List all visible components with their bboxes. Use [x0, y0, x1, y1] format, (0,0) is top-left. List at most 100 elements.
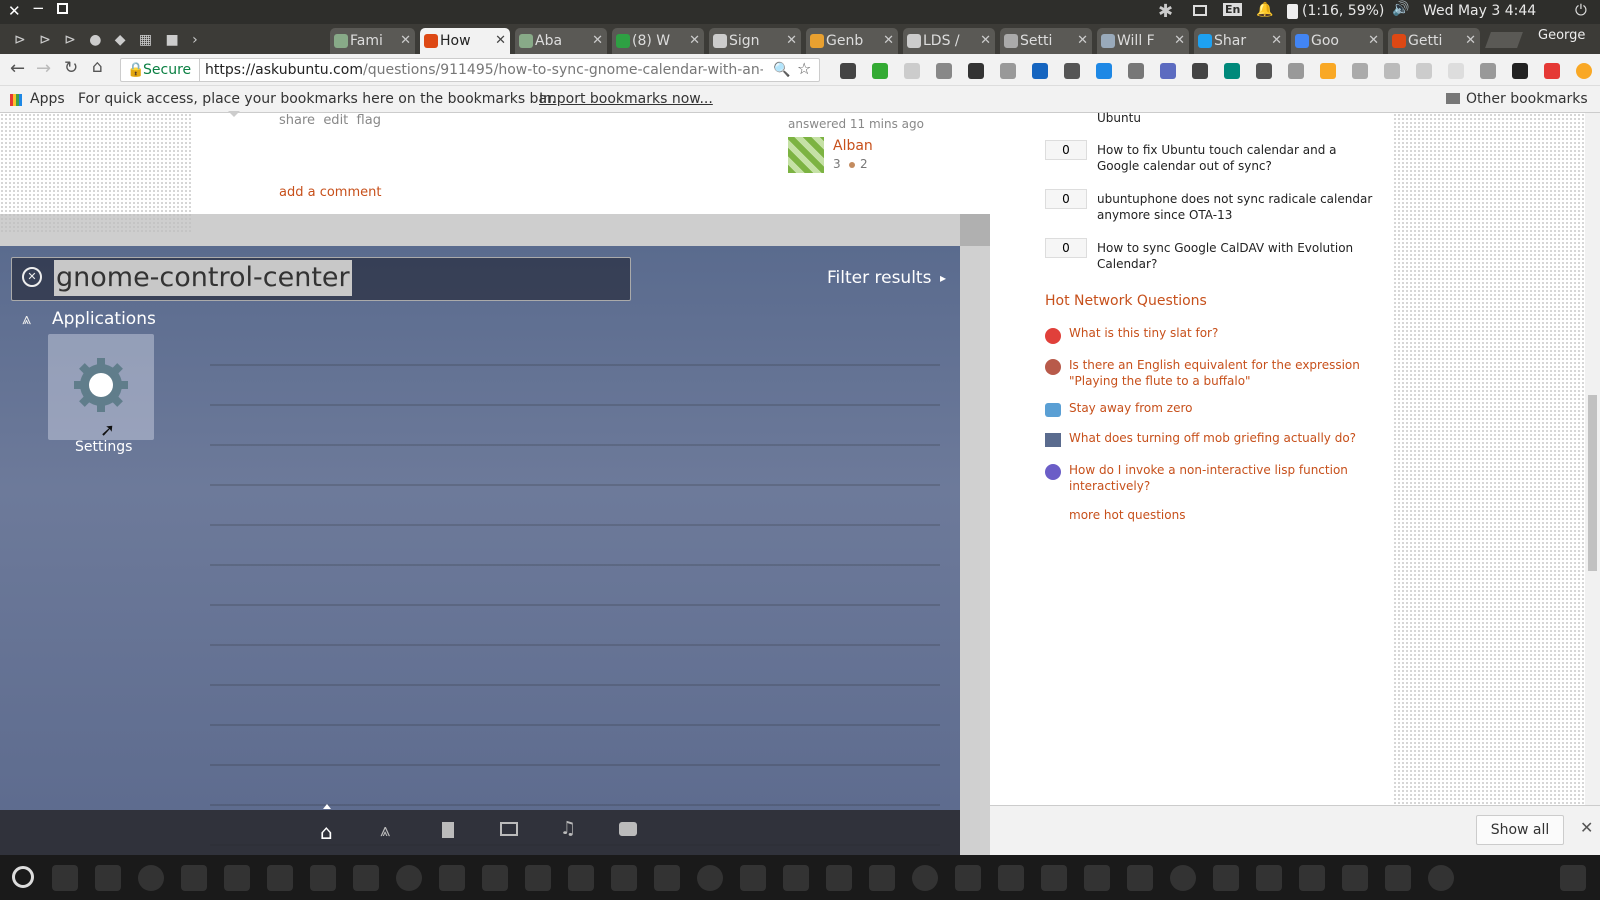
related-question[interactable]: ubuntuphone does not sync radicale calen… [1097, 191, 1377, 223]
trash-icon[interactable] [1560, 865, 1586, 891]
scrollbar-thumb[interactable] [1588, 395, 1597, 571]
music-lens-icon[interactable]: ♫ [560, 818, 576, 839]
launcher-app-icon[interactable] [439, 865, 465, 891]
address-bar[interactable]: 🔒 Secure https://askubuntu.com /question… [120, 58, 820, 82]
page-scrollbar[interactable] [1585, 113, 1600, 855]
keyboard-indicator[interactable]: En [1223, 3, 1243, 16]
tab-1[interactable]: Fami ✕ [330, 28, 415, 54]
clock[interactable]: Wed May 3 4:44 [1423, 3, 1536, 19]
edit-link[interactable]: edit [323, 113, 348, 128]
launcher-app-icon[interactable] [482, 865, 508, 891]
extension-icon[interactable] [968, 63, 984, 79]
tab-12[interactable]: Getti ✕ [1388, 28, 1480, 54]
extension-icon[interactable] [1224, 63, 1240, 79]
apps-link[interactable]: Apps [30, 86, 65, 112]
tab-close-icon[interactable]: ✕ [400, 28, 411, 54]
show-all-button[interactable]: Show all [1476, 815, 1564, 845]
launcher-app-icon[interactable] [353, 865, 379, 891]
tab-11[interactable]: Goo ✕ [1291, 28, 1383, 54]
launcher-app-icon[interactable] [95, 865, 121, 891]
launcher-app-icon[interactable] [1170, 865, 1196, 891]
launcher-app-icon[interactable] [52, 865, 78, 891]
extension-icon[interactable] [1480, 63, 1496, 79]
user-name-link[interactable]: Alban [833, 138, 873, 154]
apps-grid-icon[interactable] [10, 94, 22, 106]
extension-icon[interactable] [904, 63, 920, 79]
power-icon[interactable]: ⏻ [1575, 1, 1587, 19]
launcher-app-icon[interactable] [912, 865, 938, 891]
tab-close-icon[interactable]: ✕ [495, 28, 506, 54]
launcher-app-icon[interactable] [740, 865, 766, 891]
tab-6[interactable]: Genb ✕ [806, 28, 898, 54]
extension-icon[interactable] [1096, 63, 1112, 79]
launcher-app-icon[interactable] [310, 865, 336, 891]
related-question[interactable]: Ubuntu [1097, 111, 1141, 125]
launcher-app-icon[interactable] [611, 865, 637, 891]
launcher-app-icon[interactable] [1256, 865, 1282, 891]
tab-10[interactable]: Shar ✕ [1194, 28, 1286, 54]
related-question[interactable]: How to sync Google CalDAV with Evolution… [1097, 240, 1367, 272]
launcher-app-icon[interactable] [396, 865, 422, 891]
launcher-app-icon[interactable] [1213, 865, 1239, 891]
extension-icon[interactable] [936, 63, 952, 79]
hnq-link[interactable]: How do I invoke a non-interactive lisp f… [1069, 462, 1359, 494]
ubuntu-logo-icon[interactable] [12, 866, 34, 888]
extension-icon[interactable] [1160, 63, 1176, 79]
extension-icon[interactable] [1192, 63, 1208, 79]
dash-search-box[interactable]: ✕ gnome-control-center [11, 257, 631, 301]
hnq-link[interactable]: What is this tiny slat for? [1069, 326, 1369, 340]
launcher-app-icon[interactable] [1428, 865, 1454, 891]
launcher-app-icon[interactable] [654, 865, 680, 891]
video-lens-icon[interactable] [500, 822, 518, 836]
hnq-link[interactable]: Stay away from zero [1069, 401, 1369, 415]
new-tab-button[interactable] [1485, 32, 1523, 48]
extension-icon[interactable] [1352, 63, 1368, 79]
extension-icon[interactable] [1416, 63, 1432, 79]
tab-5[interactable]: Sign ✕ [709, 28, 801, 54]
volume-icon[interactable]: 🔊 [1392, 1, 1409, 17]
notification-bell-icon[interactable]: 🔔 [1256, 2, 1273, 18]
extension-icon[interactable] [1448, 63, 1464, 79]
tab-8[interactable]: Setti ✕ [1000, 28, 1092, 54]
extension-icon[interactable] [1128, 63, 1144, 79]
hnq-link[interactable]: What does turning off mob griefing actua… [1069, 431, 1369, 445]
launcher-app-icon[interactable] [697, 865, 723, 891]
home-icon[interactable]: ⌂ [92, 57, 103, 77]
photos-lens-icon[interactable] [619, 822, 637, 836]
tab-2-active[interactable]: How ✕ [420, 28, 510, 54]
launcher-app-icon[interactable] [1127, 865, 1153, 891]
launcher-app-icon[interactable] [955, 865, 981, 891]
launcher-app-icon[interactable] [1342, 865, 1368, 891]
puzzle-indicator-icon[interactable]: ✱ [1158, 1, 1173, 22]
extension-icon[interactable] [1512, 63, 1528, 79]
add-comment-link[interactable]: add a comment [279, 185, 381, 200]
extension-icon[interactable] [1544, 63, 1560, 79]
settings-app-label[interactable]: Settings [75, 439, 132, 455]
home-lens-icon[interactable]: ⌂ [320, 820, 333, 844]
tab-close-icon[interactable]: ✕ [1368, 28, 1379, 54]
zoom-icon[interactable]: 🔍 [773, 59, 790, 81]
files-lens-icon[interactable] [442, 822, 454, 838]
extension-icon[interactable] [1384, 63, 1400, 79]
profile-name[interactable]: George [1538, 28, 1585, 43]
launcher-app-icon[interactable] [138, 865, 164, 891]
related-question[interactable]: How to fix Ubuntu touch calendar and a G… [1097, 142, 1367, 174]
launcher-app-icon[interactable] [1299, 865, 1325, 891]
tab-close-icon[interactable]: ✕ [883, 28, 894, 54]
user-avatar[interactable] [788, 137, 824, 173]
launcher-app-icon[interactable] [1041, 865, 1067, 891]
extension-icon[interactable] [1032, 63, 1048, 79]
extension-icon[interactable] [1000, 63, 1016, 79]
extension-icon[interactable] [1064, 63, 1080, 79]
extension-icon[interactable] [840, 63, 856, 79]
extension-icon[interactable] [1256, 63, 1272, 79]
tab-close-icon[interactable]: ✕ [1174, 28, 1185, 54]
battery-status[interactable]: (1:16, 59%) [1302, 3, 1384, 19]
display-indicator-icon[interactable] [1193, 5, 1207, 16]
other-bookmarks[interactable]: Other bookmarks [1466, 86, 1588, 112]
tab-close-icon[interactable]: ✕ [1077, 28, 1088, 54]
filter-arrow-icon[interactable]: ▸ [940, 271, 946, 285]
clear-search-icon[interactable]: ✕ [22, 267, 42, 287]
tab-3[interactable]: Aba ✕ [515, 28, 607, 54]
launcher-app-icon[interactable] [224, 865, 250, 891]
